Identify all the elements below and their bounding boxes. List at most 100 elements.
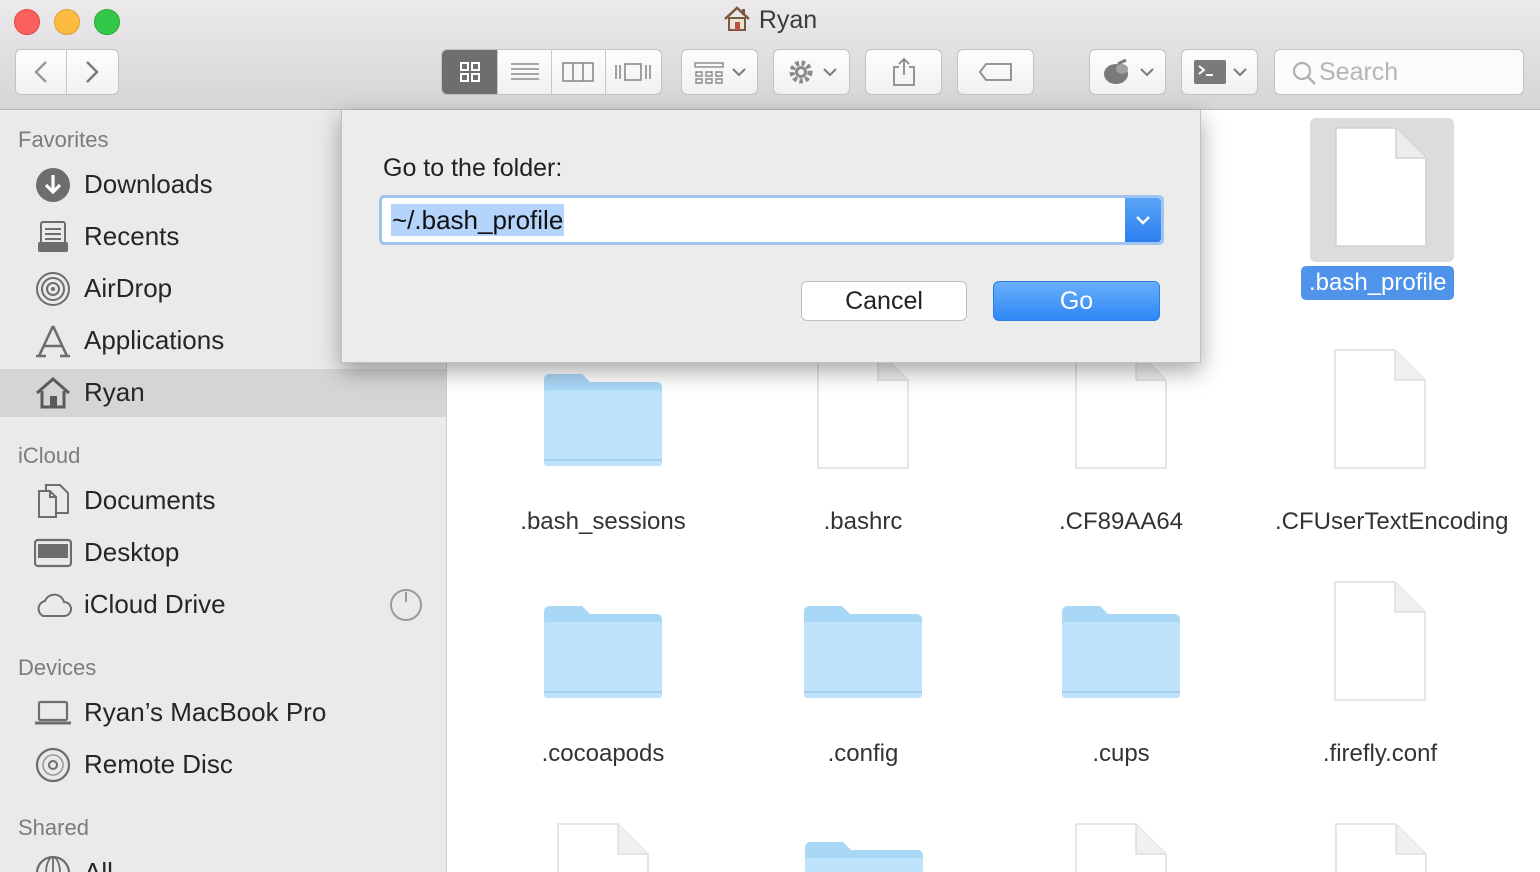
file-item[interactable]: .cocoapods bbox=[478, 582, 728, 770]
folder-icon bbox=[738, 582, 988, 702]
document-icon bbox=[738, 349, 988, 470]
chevron-down-icon bbox=[822, 68, 837, 77]
documents-icon bbox=[34, 483, 72, 519]
folder-icon bbox=[996, 582, 1246, 702]
file-name: .cocoapods bbox=[541, 740, 665, 767]
terminal-button[interactable] bbox=[1181, 49, 1258, 95]
sidebar-item-label: Documents bbox=[84, 485, 216, 515]
share-button[interactable] bbox=[865, 49, 942, 95]
tag-icon bbox=[978, 63, 1012, 81]
icon-view-button[interactable] bbox=[442, 50, 499, 94]
title-bar: Ryan Search bbox=[0, 0, 1540, 110]
navigation-buttons bbox=[15, 49, 119, 95]
cover-flow-icon bbox=[615, 63, 652, 81]
chevron-down-icon bbox=[731, 68, 746, 77]
cover-flow-view-button[interactable] bbox=[606, 50, 661, 94]
cloud-icon bbox=[34, 587, 72, 623]
chevron-down-icon bbox=[1136, 216, 1150, 225]
list-view-button[interactable] bbox=[498, 50, 552, 94]
sidebar-item-label: Recents bbox=[84, 221, 180, 251]
sidebar-item-label: iCloud Drive bbox=[84, 589, 226, 619]
forward-button[interactable] bbox=[67, 50, 118, 94]
arrange-grid-icon bbox=[693, 62, 724, 84]
file-item[interactable]: .config bbox=[738, 582, 988, 770]
laptop-icon bbox=[34, 695, 72, 731]
file-name: .cups bbox=[1092, 740, 1150, 767]
sidebar-item-ryan[interactable]: Ryan bbox=[0, 369, 446, 417]
view-mode-control bbox=[441, 49, 662, 95]
downloads-icon bbox=[34, 167, 72, 203]
sidebar-section-icloud: iCloud bbox=[18, 443, 81, 468]
arrange-button[interactable] bbox=[681, 49, 758, 95]
document-icon bbox=[1335, 127, 1427, 247]
folder-path-input[interactable]: ~/.bash_profile bbox=[391, 204, 565, 236]
sidebar-item-label: Downloads bbox=[84, 169, 213, 199]
sidebar-item-label: AirDrop bbox=[84, 273, 173, 303]
folder-icon bbox=[478, 582, 728, 702]
back-button[interactable] bbox=[16, 50, 67, 94]
search-field[interactable]: Search bbox=[1274, 49, 1524, 95]
file-name: .bash_sessions bbox=[520, 508, 686, 535]
sidebar-item-documents[interactable]: Documents bbox=[0, 477, 446, 525]
chevron-down-icon bbox=[1139, 68, 1154, 77]
document-icon bbox=[1255, 581, 1505, 702]
sync-progress-icon bbox=[390, 589, 422, 621]
file-item[interactable]: .bashrc bbox=[738, 349, 988, 538]
go-to-folder-dialog: Go to the folder: ~/.bash_profile Cancel… bbox=[341, 110, 1201, 363]
file-item[interactable]: .CFUserTextEncoding bbox=[1255, 349, 1508, 538]
dialog-prompt: Go to the folder: bbox=[383, 154, 563, 182]
file-name: .CF89AA64 bbox=[1058, 508, 1184, 535]
terminal-icon bbox=[1193, 60, 1226, 84]
chevron-left-icon bbox=[33, 61, 47, 83]
home-icon bbox=[34, 375, 72, 411]
file-item[interactable]: .bash_sessions bbox=[478, 350, 728, 538]
sidebar-item-remote-disc[interactable]: Remote Disc bbox=[0, 741, 446, 789]
share-icon bbox=[892, 57, 915, 86]
sidebar-item-label: Applications bbox=[84, 325, 225, 355]
folder-icon bbox=[478, 350, 728, 470]
chevron-down-icon bbox=[1232, 68, 1247, 77]
acorn-app-icon bbox=[1103, 58, 1128, 84]
sidebar-item-macbook-pro[interactable]: Ryan’s MacBook Pro bbox=[0, 689, 446, 737]
sidebar-item-label: Ryan’s MacBook Pro bbox=[84, 697, 327, 727]
folder-path-combobox[interactable]: ~/.bash_profile bbox=[379, 195, 1164, 245]
sidebar-item-icloud-drive[interactable]: iCloud Drive bbox=[0, 581, 446, 629]
chevron-right-icon bbox=[86, 61, 100, 83]
document-icon bbox=[557, 823, 649, 872]
folder-icon bbox=[805, 842, 923, 872]
sidebar-section-devices: Devices bbox=[18, 655, 97, 680]
sidebar-item-desktop[interactable]: Desktop bbox=[0, 529, 446, 577]
sidebar-item-label: Remote Disc bbox=[84, 749, 233, 779]
cancel-button[interactable]: Cancel bbox=[801, 281, 967, 321]
list-icon bbox=[510, 63, 539, 80]
file-item[interactable]: .firefly.conf bbox=[1255, 581, 1505, 770]
network-icon bbox=[34, 855, 72, 872]
search-icon bbox=[1292, 61, 1316, 85]
tags-button[interactable] bbox=[957, 49, 1034, 95]
document-icon bbox=[996, 349, 1246, 470]
path-history-dropdown-button[interactable] bbox=[1125, 198, 1161, 242]
grid-icon bbox=[459, 62, 480, 82]
gear-icon bbox=[789, 60, 812, 84]
window-title: Ryan bbox=[0, 6, 1540, 39]
go-button[interactable]: Go bbox=[993, 281, 1160, 321]
airdrop-icon bbox=[34, 271, 72, 307]
sidebar-item-shared-all[interactable]: All… bbox=[0, 849, 446, 872]
column-view-button[interactable] bbox=[552, 50, 606, 94]
desktop-icon bbox=[34, 535, 72, 571]
file-name: .config bbox=[827, 740, 899, 767]
search-placeholder: Search bbox=[1319, 57, 1399, 86]
file-name: .firefly.conf bbox=[1322, 740, 1438, 767]
extension-button[interactable] bbox=[1089, 49, 1166, 95]
sidebar-item-label: All… bbox=[84, 857, 139, 872]
action-button[interactable] bbox=[773, 49, 850, 95]
applications-icon bbox=[34, 323, 72, 359]
sidebar-item-label: Ryan bbox=[84, 377, 145, 407]
file-item[interactable]: .CF89AA64 bbox=[996, 349, 1246, 538]
disc-icon bbox=[34, 747, 72, 783]
selected-file-name[interactable]: .bash_profile bbox=[1301, 266, 1455, 300]
window-title-text: Ryan bbox=[758, 6, 818, 34]
document-icon bbox=[1075, 823, 1167, 872]
file-item[interactable]: .cups bbox=[996, 582, 1246, 770]
sidebar-section-favorites: Favorites bbox=[18, 127, 109, 152]
